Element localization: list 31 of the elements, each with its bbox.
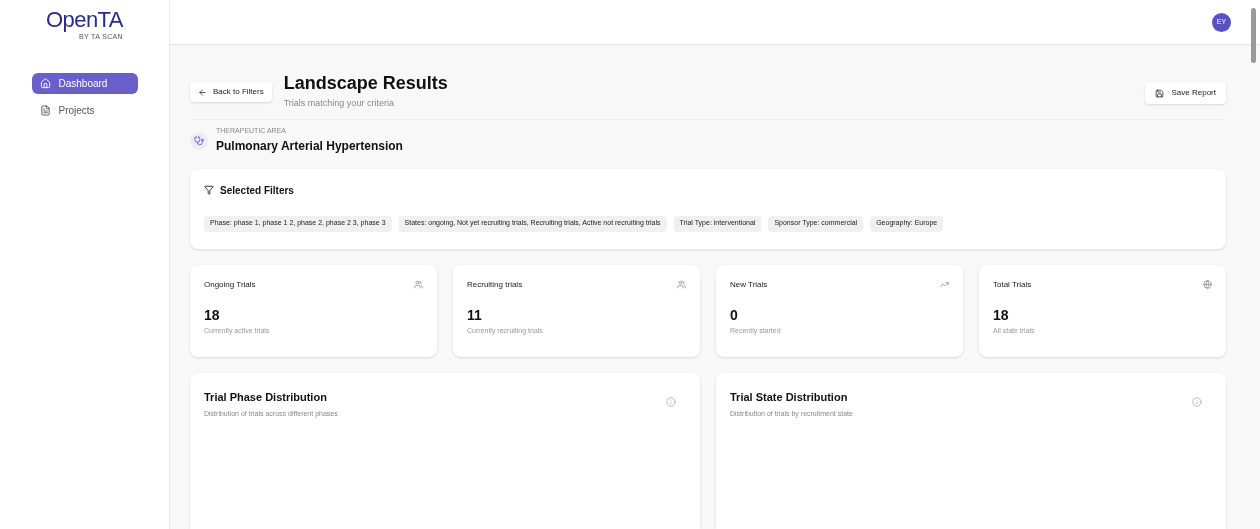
filters-title: Selected Filters — [220, 183, 294, 198]
arrow-left-icon — [198, 87, 207, 97]
chart-title: Trial State Distribution — [730, 389, 849, 405]
stat-value: 18 — [204, 306, 221, 323]
stat-title: Ongoing Trials — [204, 278, 256, 291]
stat-value: 18 — [993, 306, 1010, 323]
document-icon — [39, 104, 51, 116]
stat-title: New Trials — [730, 278, 768, 291]
globe-icon — [1203, 280, 1212, 289]
area-name: Pulmonary Arterial Hypertension — [216, 137, 403, 155]
trend-icon — [940, 280, 949, 289]
info-icon[interactable] — [1192, 396, 1202, 407]
users-icon — [677, 280, 686, 289]
info-icon[interactable] — [666, 396, 676, 407]
back-button[interactable]: Back to Filters — [190, 82, 272, 102]
save-icon — [1154, 88, 1164, 98]
users-icon — [414, 280, 423, 289]
stat-value: 0 — [730, 306, 739, 323]
house-icon — [39, 77, 51, 89]
filter-icon — [204, 185, 214, 195]
chart-title: Trial Phase Distribution — [204, 389, 328, 405]
stat-title: Total Trials — [993, 278, 1032, 291]
stat-title: Recruiting trials — [467, 278, 523, 291]
logo-name: OpenTA — [46, 8, 123, 32]
sidebar-item[interactable]: Projects — [31, 99, 138, 121]
stethoscope-icon — [190, 131, 208, 150]
stat-value: 11 — [467, 306, 483, 323]
save-report-button[interactable]: Save Report — [1144, 82, 1226, 104]
page-title: Landscape Results — [283, 72, 448, 94]
sidebar-item[interactable]: Dashboard — [31, 72, 138, 94]
page-subtitle: Trials matching your criteria — [283, 97, 395, 110]
